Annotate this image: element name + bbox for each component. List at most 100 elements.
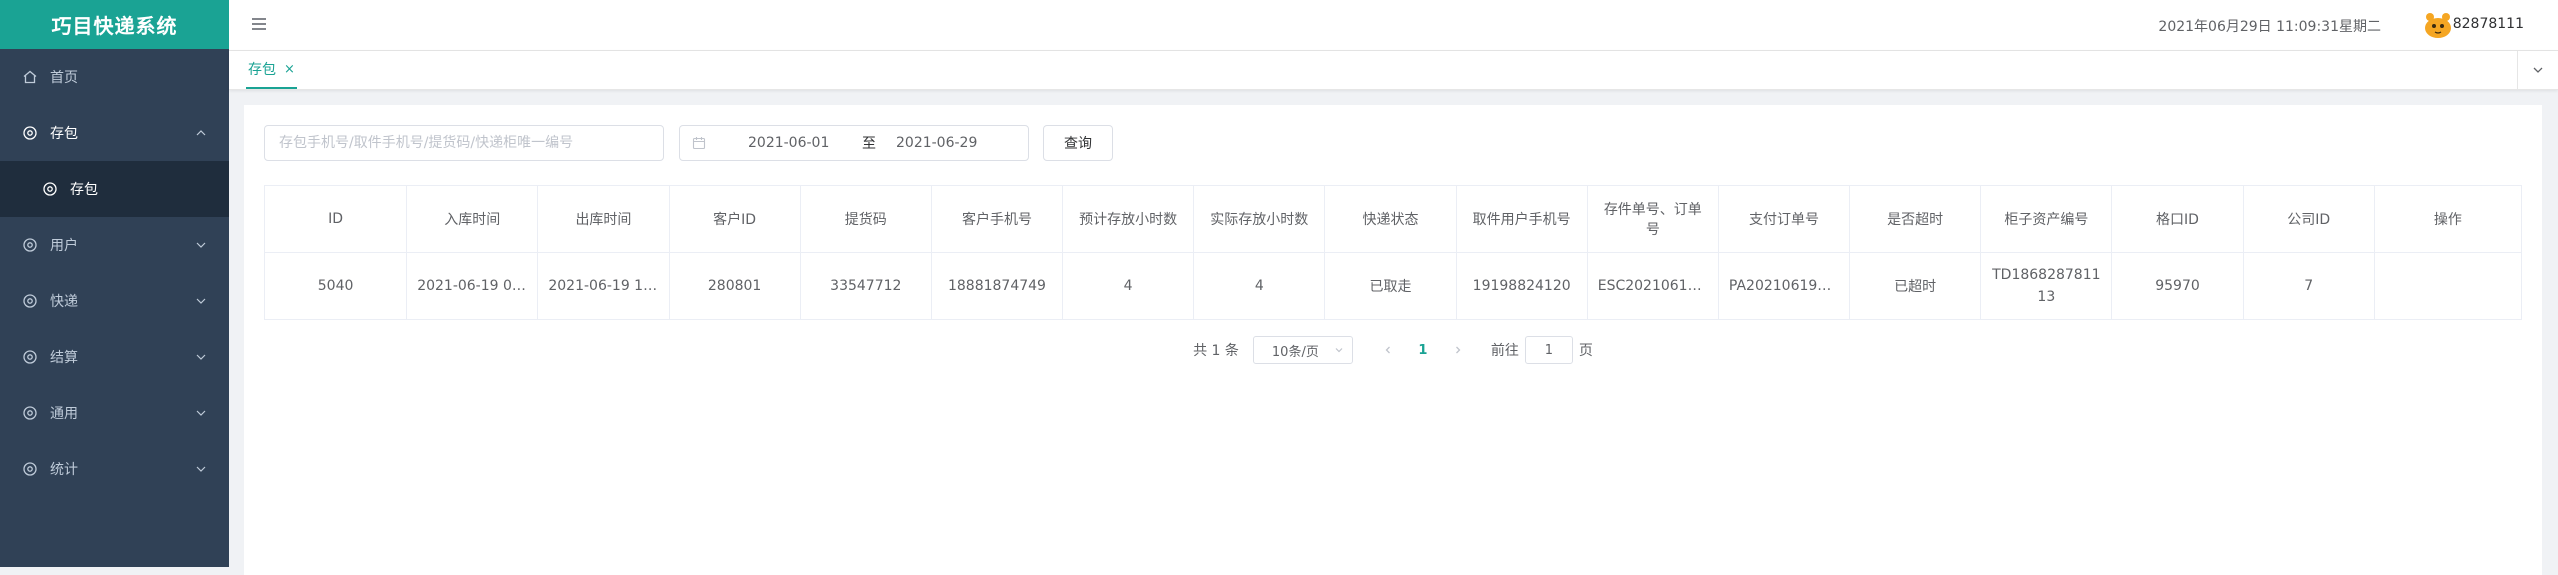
column-header: 入库时间 xyxy=(406,185,539,253)
table-cell: 2021-06-19 07… xyxy=(406,252,539,320)
gear-icon xyxy=(22,349,38,365)
pagination: 共 1 条 10条/页 1 前往 页 xyxy=(244,335,2542,365)
sidebar-item-users[interactable]: 用户 xyxy=(0,217,229,273)
page-size-value: 10条/页 xyxy=(1271,344,1319,360)
column-header: 实际存放小时数 xyxy=(1193,185,1326,253)
hamburger-menu-icon[interactable] xyxy=(249,14,269,34)
table-cell: 7 xyxy=(2242,252,2375,320)
table-cell: 18881874749 xyxy=(930,252,1064,320)
goto-suffix: 页 xyxy=(1578,343,1593,359)
sidebar-item-label: 统计 xyxy=(50,462,78,478)
table-cell: 4 xyxy=(1062,252,1195,320)
table-cell: 已取走 xyxy=(1324,252,1457,320)
column-header: 是否超时 xyxy=(1849,185,1982,253)
table-cell: 19198824120 xyxy=(1455,252,1588,320)
sidebar-item-express[interactable]: 快递 xyxy=(0,273,229,329)
sidebar-item-general[interactable]: 通用 xyxy=(0,385,229,441)
table-cell-actions xyxy=(2373,252,2523,320)
table-header-row: ID 入库时间 出库时间 客户ID 提货码 客户手机号 预计存放小时数 实际存放… xyxy=(263,185,2523,253)
sidebar-item-settlement[interactable]: 结算 xyxy=(0,329,229,385)
tags-dropdown-button[interactable] xyxy=(2517,51,2558,89)
table-cell: 95970 xyxy=(2111,252,2244,320)
sidebar-item-label: 首页 xyxy=(50,70,78,86)
close-icon[interactable]: × xyxy=(284,62,295,77)
chevron-down-icon xyxy=(2532,61,2544,80)
table-cell: 已超时 xyxy=(1849,252,1982,320)
goto-label: 前往 xyxy=(1490,343,1519,359)
pagination-total: 共 1 条 xyxy=(1193,343,1239,359)
date-start-input[interactable]: 2021-06-01 xyxy=(748,135,848,151)
gear-icon xyxy=(22,461,38,477)
column-header: 操作 xyxy=(2373,185,2523,253)
gear-icon xyxy=(22,293,38,309)
sidebar-item-label: 结算 xyxy=(50,350,78,366)
table-cell: ESC20210619… xyxy=(1586,252,1719,320)
column-header: 提货码 xyxy=(799,185,932,253)
sidebar-item-storage[interactable]: 存包 xyxy=(0,105,229,161)
date-end-input[interactable]: 2021-06-29 xyxy=(896,135,996,151)
sidebar-item-label: 通用 xyxy=(50,406,78,422)
table-cell: 280801 xyxy=(668,252,801,320)
query-button[interactable]: 查询 xyxy=(1043,125,1113,161)
chevron-down-icon xyxy=(1334,345,1344,355)
home-icon xyxy=(22,69,38,85)
current-datetime: 2021年06月29日 11:09:31星期二 xyxy=(2158,19,2381,35)
table-cell: 33547712 xyxy=(799,252,932,320)
column-header: 客户手机号 xyxy=(930,185,1064,253)
prev-page-button[interactable] xyxy=(1373,336,1403,364)
tag-label: 存包 xyxy=(248,62,276,78)
app-logo-title: 巧目快递系统 xyxy=(0,0,229,49)
column-header: ID xyxy=(263,185,408,253)
table-cell: 4 xyxy=(1193,252,1326,320)
sidebar-item-label: 快递 xyxy=(50,294,78,310)
table-cell: 2021-06-19 17… xyxy=(537,252,670,320)
sidebar-item-home[interactable]: 首页 xyxy=(0,49,229,105)
column-header: 柜子资产编号 xyxy=(1980,185,2113,253)
sidebar: 巧目快递系统 首页 存包 存包 用户 快递 结算 通用 统计 xyxy=(0,0,229,567)
chevron-down-icon xyxy=(195,295,207,307)
chevron-down-icon xyxy=(195,239,207,251)
user-name[interactable]: 82878111 xyxy=(2453,16,2524,32)
next-page-button[interactable] xyxy=(1443,336,1473,364)
column-header: 支付订单号 xyxy=(1717,185,1851,253)
sidebar-item-label: 存包 xyxy=(50,126,78,142)
column-header: 出库时间 xyxy=(537,185,670,253)
page-size-select[interactable]: 10条/页 xyxy=(1252,336,1353,364)
sidebar-item-statistics[interactable]: 统计 xyxy=(0,441,229,497)
chevron-down-icon xyxy=(195,407,207,419)
table-cell: 5040 xyxy=(263,252,408,320)
tags-view-bar: 存包 × xyxy=(229,51,2558,90)
chevron-down-icon xyxy=(195,463,207,475)
chevron-down-icon xyxy=(195,351,207,363)
table-cell: PA2021061917… xyxy=(1717,252,1851,320)
column-header: 公司ID xyxy=(2242,185,2375,253)
tag-storage[interactable]: 存包 × xyxy=(246,51,297,89)
page-number[interactable]: 1 xyxy=(1403,336,1443,364)
sidebar-subitem-label: 存包 xyxy=(70,182,98,198)
column-header: 客户ID xyxy=(668,185,801,253)
gear-icon xyxy=(22,237,38,253)
chevron-up-icon xyxy=(195,127,207,139)
date-separator: 至 xyxy=(862,136,876,152)
column-header: 格口ID xyxy=(2111,185,2244,253)
calendar-icon xyxy=(692,136,706,150)
main-content-card: 2021-06-01 至 2021-06-29 查询 ID 入库时间 出库时间 … xyxy=(244,105,2542,575)
gear-icon xyxy=(22,405,38,421)
table-cell: TD186828781113 xyxy=(1980,252,2113,320)
avatar[interactable] xyxy=(2423,9,2453,39)
gear-icon xyxy=(42,181,58,197)
data-table: ID 入库时间 出库时间 客户ID 提货码 客户手机号 预计存放小时数 实际存放… xyxy=(263,185,2523,320)
chevron-right-icon xyxy=(1455,346,1461,354)
search-input[interactable] xyxy=(264,125,664,161)
goto-page-input[interactable] xyxy=(1524,336,1573,364)
column-header: 预计存放小时数 xyxy=(1062,185,1195,253)
table-row: 5040 2021-06-19 07… 2021-06-19 17… 28080… xyxy=(263,252,2523,320)
date-range-picker[interactable]: 2021-06-01 至 2021-06-29 xyxy=(679,125,1029,161)
column-header: 存件单号、订单号 xyxy=(1586,185,1719,253)
column-header: 快递状态 xyxy=(1324,185,1457,253)
chevron-left-icon xyxy=(1385,346,1390,354)
sidebar-subitem-storage[interactable]: 存包 xyxy=(0,161,229,217)
sidebar-item-label: 用户 xyxy=(50,238,78,254)
top-navbar: 2021年06月29日 11:09:31星期二 82878111 xyxy=(229,0,2558,51)
column-header: 取件用户手机号 xyxy=(1455,185,1588,253)
